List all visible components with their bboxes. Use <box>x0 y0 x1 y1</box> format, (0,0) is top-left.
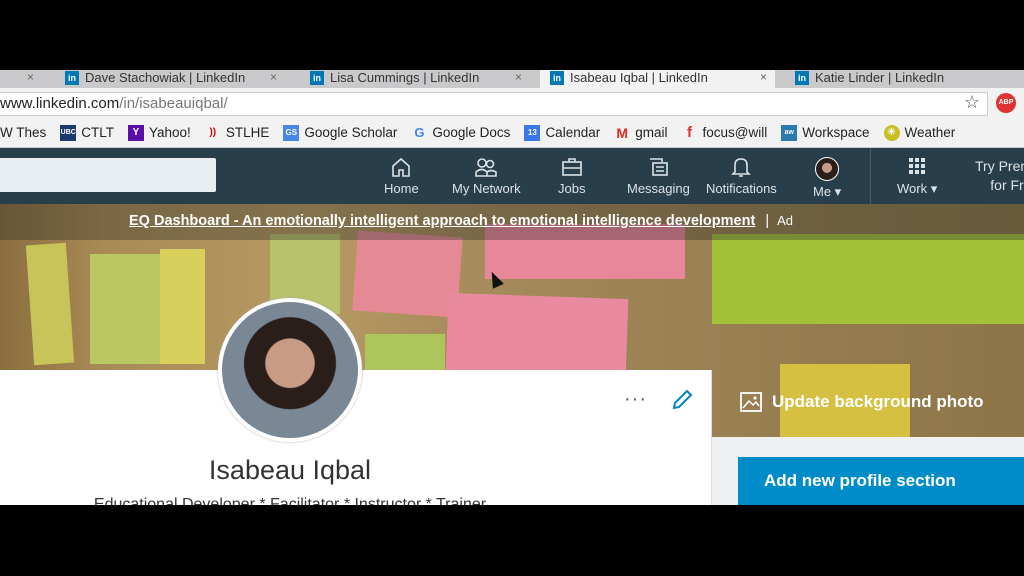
bookmarks-bar: W Thes UBC CTLT Y Yahoo! )) STLHE GS Google … <box>0 118 1024 148</box>
google-icon: G <box>414 124 425 140</box>
scholar-icon: GS <box>283 124 300 141</box>
nav-work[interactable]: Work ▾ <box>897 156 937 197</box>
grid-icon <box>909 158 926 174</box>
linkedin-icon: in <box>795 71 809 85</box>
image-icon <box>740 392 762 412</box>
bookmark[interactable]: Mgmail <box>614 125 667 141</box>
workspace-icon: aw <box>781 124 798 141</box>
ad-banner: EQ Dashboard - An emotionally intelligen… <box>0 204 1024 240</box>
home-icon <box>392 157 411 177</box>
close-icon[interactable]: × <box>515 70 522 84</box>
ad-label: Ad <box>777 213 793 228</box>
ad-link[interactable]: EQ Dashboard - An emotionally intelligen… <box>129 213 755 229</box>
sticky-note <box>365 334 445 374</box>
sticky-note <box>352 230 463 318</box>
close-icon[interactable]: × <box>270 70 277 84</box>
update-background-photo-button[interactable]: Update background photo <box>740 392 984 412</box>
bell-icon <box>731 158 752 177</box>
close-icon[interactable]: × <box>27 70 34 84</box>
bookmark[interactable]: aw Workspace <box>781 124 870 141</box>
bookmark[interactable]: )) STLHE <box>205 125 269 141</box>
bookmark[interactable]: f focus@will <box>682 123 767 141</box>
sticky-note <box>445 292 629 380</box>
linkedin-icon: in <box>550 71 564 85</box>
focus-icon: f <box>687 123 692 141</box>
nav-my-network[interactable]: My Network <box>452 156 521 196</box>
gmail-icon: M <box>616 124 629 141</box>
briefcase-icon <box>561 158 582 176</box>
search-input[interactable] <box>0 158 216 192</box>
messaging-icon <box>650 158 669 176</box>
linkedin-icon: in <box>65 71 79 85</box>
bookmark[interactable]: ☀ Weather <box>883 124 955 141</box>
stlhe-icon: )) <box>209 126 217 138</box>
linkedin-nav: Home My Network Jobs Messaging Notificat… <box>0 148 1024 204</box>
add-profile-section-button[interactable]: Add new profile section <box>738 457 1024 505</box>
weather-icon: ☀ <box>883 124 900 141</box>
nav-me[interactable]: Me ▾ <box>813 157 841 200</box>
profile-photo[interactable] <box>218 298 362 442</box>
address-bar: www.linkedin.com/in/isabeauiqbal/ ☆ ABP <box>0 88 1024 118</box>
sticky-note <box>25 242 75 366</box>
letterbox-top <box>0 0 1024 70</box>
nav-messaging[interactable]: Messaging <box>627 156 690 196</box>
url-input[interactable]: www.linkedin.com/in/isabeauiqbal/ <box>0 92 988 116</box>
bookmark[interactable]: Y Yahoo! <box>128 124 191 141</box>
sticky-note <box>160 249 205 364</box>
bookmark-star-icon[interactable]: ☆ <box>964 92 980 113</box>
more-options-button[interactable]: ··· <box>624 388 647 411</box>
bookmark[interactable]: W Thes <box>0 125 46 140</box>
profile-name: Isabeau Iqbal <box>208 455 372 485</box>
nav-home[interactable]: Home <box>384 156 419 196</box>
close-icon[interactable]: × <box>760 70 767 84</box>
letterbox-bottom <box>0 505 1024 576</box>
edit-pencil-icon[interactable] <box>670 388 694 412</box>
linkedin-icon: in <box>310 71 324 85</box>
bookmark[interactable]: G Google Docs <box>411 125 510 141</box>
sticky-note <box>712 234 1024 324</box>
yahoo-icon: Y <box>128 124 145 141</box>
nav-jobs[interactable]: Jobs <box>558 156 585 196</box>
calendar-icon: 13 <box>524 124 541 141</box>
network-icon <box>475 158 498 177</box>
adblock-icon[interactable]: ABP <box>996 93 1016 113</box>
avatar <box>815 157 840 181</box>
bookmark[interactable]: UBC CTLT <box>60 124 114 141</box>
bookmark[interactable]: GS Google Scholar <box>283 124 397 141</box>
try-premium-link[interactable]: Try Premiumfor Free <box>975 157 1024 195</box>
ubc-icon: UBC <box>60 124 77 141</box>
divider <box>870 148 871 204</box>
sticky-note <box>90 254 160 364</box>
bookmark[interactable]: 13 Calendar <box>524 124 600 141</box>
nav-notifications[interactable]: Notifications <box>706 156 777 196</box>
